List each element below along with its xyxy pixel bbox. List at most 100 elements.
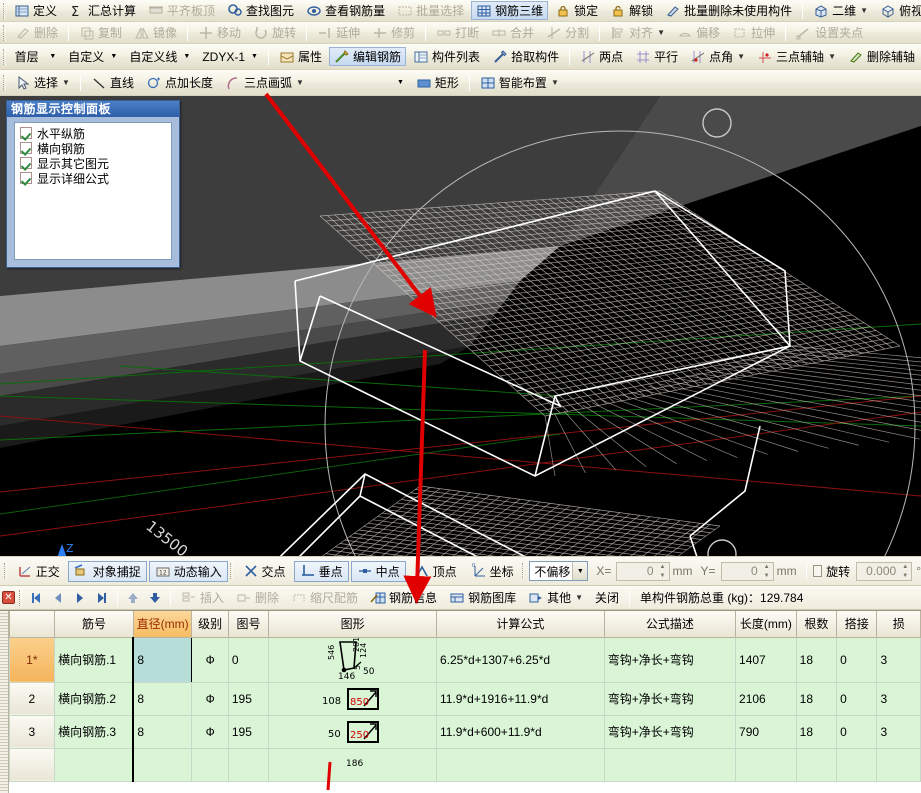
cell-formula[interactable]: 11.9*d+600+11.9*d (436, 715, 604, 748)
chevron-down-icon[interactable]: ▼ (62, 78, 70, 87)
chevron-down-icon[interactable]: ▼ (296, 78, 304, 87)
column-header-diameter[interactable]: 直径(mm) (133, 611, 192, 637)
chevron-down-icon[interactable]: ▼ (106, 48, 121, 66)
rebar-panel-item-show-other-elements[interactable]: 显示其它图元 (17, 156, 169, 170)
snap-button-vertex[interactable]: 顶点 (408, 561, 463, 582)
edit-button-mirror[interactable]: 镜像 (129, 23, 182, 42)
column-header-formula[interactable]: 计算公式 (436, 611, 604, 637)
spinner-icon[interactable]: ▲▼ (762, 564, 772, 579)
cell-lap[interactable]: 0 (837, 637, 877, 682)
rebar-panel-item-horizontal-longitudinal[interactable]: 水平纵筋 (17, 126, 169, 140)
snap-button-coordinate[interactable]: 0 坐标 (465, 561, 520, 582)
chevron-down-icon[interactable]: ▼ (657, 28, 665, 37)
cell-name[interactable]: 横向钢筋.1 (55, 637, 134, 682)
chevron-down-icon[interactable]: ▼ (575, 593, 583, 602)
component-type-selector[interactable]: 自定义 ▼ (64, 47, 121, 67)
rebar-panel-item-transverse-rebar[interactable]: 横向钢筋 (17, 141, 169, 155)
cell-count[interactable]: 18 (796, 637, 836, 682)
cell-diameter[interactable]: 8 (133, 715, 192, 748)
edit-button-break[interactable]: 打断 (431, 23, 484, 42)
draw-button-rectangle[interactable]: 矩形 (411, 73, 464, 92)
rebar-button-close[interactable]: 关闭 (590, 588, 624, 607)
cell-loss[interactable]: 3 (877, 637, 921, 682)
toolbar-grip[interactable] (3, 25, 6, 41)
snap-button-object-snap[interactable]: 对象捕捉 (68, 561, 147, 582)
cell-shape[interactable]: 50 250 (269, 715, 437, 748)
snap-button-perpendicular[interactable]: 垂点 (294, 561, 349, 582)
checkbox-icon[interactable] (20, 172, 32, 184)
snap-button-midpoint[interactable]: 中点 (351, 561, 406, 582)
offset-mode-selector[interactable]: 不偏移 ▼ (529, 561, 588, 581)
toolbar-button-unlock[interactable]: 解锁 (605, 1, 658, 20)
column-header-lap[interactable]: 搭接 (837, 611, 877, 637)
cell-shapecode[interactable]: 195 (228, 715, 268, 748)
component-button-edit-rebar[interactable]: 编辑钢筋 (329, 47, 406, 66)
cell-count[interactable]: 18 (796, 682, 836, 715)
cell-shapecode[interactable]: 195 (228, 682, 268, 715)
floor-selector[interactable]: 首层 ▼ (11, 47, 61, 67)
chevron-down-icon[interactable]: ▼ (572, 562, 587, 580)
snap-button-intersection[interactable]: 交点 (237, 561, 292, 582)
nav-prev-button[interactable] (48, 589, 68, 607)
rotate-checkbox[interactable] (813, 565, 822, 577)
cell-diameter[interactable]: 8 (133, 637, 192, 682)
column-header-count[interactable]: 根数 (796, 611, 836, 637)
draw-button-three-point-arc[interactable]: 三点画弧 ▼ (220, 73, 309, 92)
column-header-loss[interactable]: 损 (877, 611, 921, 637)
move-up-button[interactable] (123, 589, 143, 607)
row-number-cell[interactable] (9, 748, 54, 781)
edit-button-split[interactable]: 分割 (541, 23, 594, 42)
edit-button-set-grip[interactable]: 设置夹点 (791, 23, 868, 42)
edit-button-delete[interactable]: 删除 (10, 23, 63, 42)
cell-length[interactable] (736, 748, 797, 781)
toolbar-grip[interactable] (522, 563, 525, 579)
rebar-button-rebar-info[interactable]: 钢筋信息 (365, 588, 442, 607)
chevron-down-icon[interactable]: ▼ (551, 78, 559, 87)
draw-button-smart-layout[interactable]: 智能布置 ▼ (475, 73, 564, 92)
column-header-shape[interactable]: 图形 (269, 611, 437, 637)
checkbox-icon[interactable] (20, 157, 32, 169)
snap-button-ortho[interactable]: 正交 (11, 561, 66, 582)
cell-name[interactable]: 横向钢筋.3 (55, 715, 134, 748)
axis-button-three-point-axis[interactable]: 三点辅轴 ▼ (752, 47, 841, 66)
nav-first-button[interactable] (26, 589, 46, 607)
row-number-cell[interactable]: 1* (9, 637, 54, 682)
toolbar-grip[interactable] (4, 563, 7, 579)
cell-count[interactable] (796, 748, 836, 781)
cell-desc[interactable]: 弯钩+净长+弯钩 (604, 637, 735, 682)
column-header-rownum[interactable] (9, 611, 54, 637)
rebar-table-container[interactable]: 筋号 直径(mm) 级别 图号 图形 计算公式 公式描述 长度(mm) 根数 搭… (0, 610, 921, 793)
y-coordinate-input[interactable]: 0 ▲▼ (721, 562, 774, 581)
cell-length[interactable]: 2106 (736, 682, 797, 715)
rebar-button-scale-rebar[interactable]: 缩尺配筋 (286, 588, 363, 607)
table-row[interactable]: 2 横向钢筋.2 8 Ф 195 108 850 11.9 (0, 682, 921, 715)
cell-lap[interactable] (837, 748, 877, 781)
edit-button-trim[interactable]: 修剪 (367, 23, 420, 42)
draw-button-point-plus-length[interactable]: 点加长度 (141, 73, 218, 92)
cell-desc[interactable]: 弯钩+净长+弯钩 (604, 682, 735, 715)
cell-length[interactable]: 1407 (736, 637, 797, 682)
cell-count[interactable]: 18 (796, 715, 836, 748)
checkbox-icon[interactable] (20, 127, 32, 139)
x-coordinate-input[interactable]: 0 ▲▼ (616, 562, 669, 581)
spinner-icon[interactable]: ▲▼ (658, 564, 668, 579)
chevron-down-icon[interactable]: ▼ (179, 48, 194, 66)
nav-next-button[interactable] (70, 589, 90, 607)
chevron-down-icon[interactable]: ▼ (247, 48, 262, 66)
spinner-icon[interactable]: ▲▼ (900, 564, 910, 579)
nav-last-button[interactable] (92, 589, 112, 607)
cell-shapecode[interactable]: 0 (228, 637, 268, 682)
chevron-down-icon[interactable]: ▼ (828, 52, 836, 61)
toolbar-grip[interactable] (230, 563, 233, 579)
cell-grade[interactable] (192, 748, 228, 781)
cell-diameter[interactable]: 8 (133, 682, 192, 715)
rebar-button-insert[interactable]: 插入 (176, 588, 229, 607)
toolbar-button-batch-delete-unused[interactable]: 批量删除未使用构件 (660, 1, 797, 20)
cell-desc[interactable]: 弯钩+净长+弯钩 (604, 715, 735, 748)
toolbar-button-batch-select[interactable]: 批量选择 (392, 1, 469, 20)
cell-desc[interactable] (604, 748, 735, 781)
cell-diameter[interactable] (133, 748, 192, 781)
rebar-button-other[interactable]: 其他 ▼ (523, 588, 588, 607)
cell-loss[interactable] (877, 748, 921, 781)
rebar-button-rebar-library[interactable]: 钢筋图库 (444, 588, 521, 607)
